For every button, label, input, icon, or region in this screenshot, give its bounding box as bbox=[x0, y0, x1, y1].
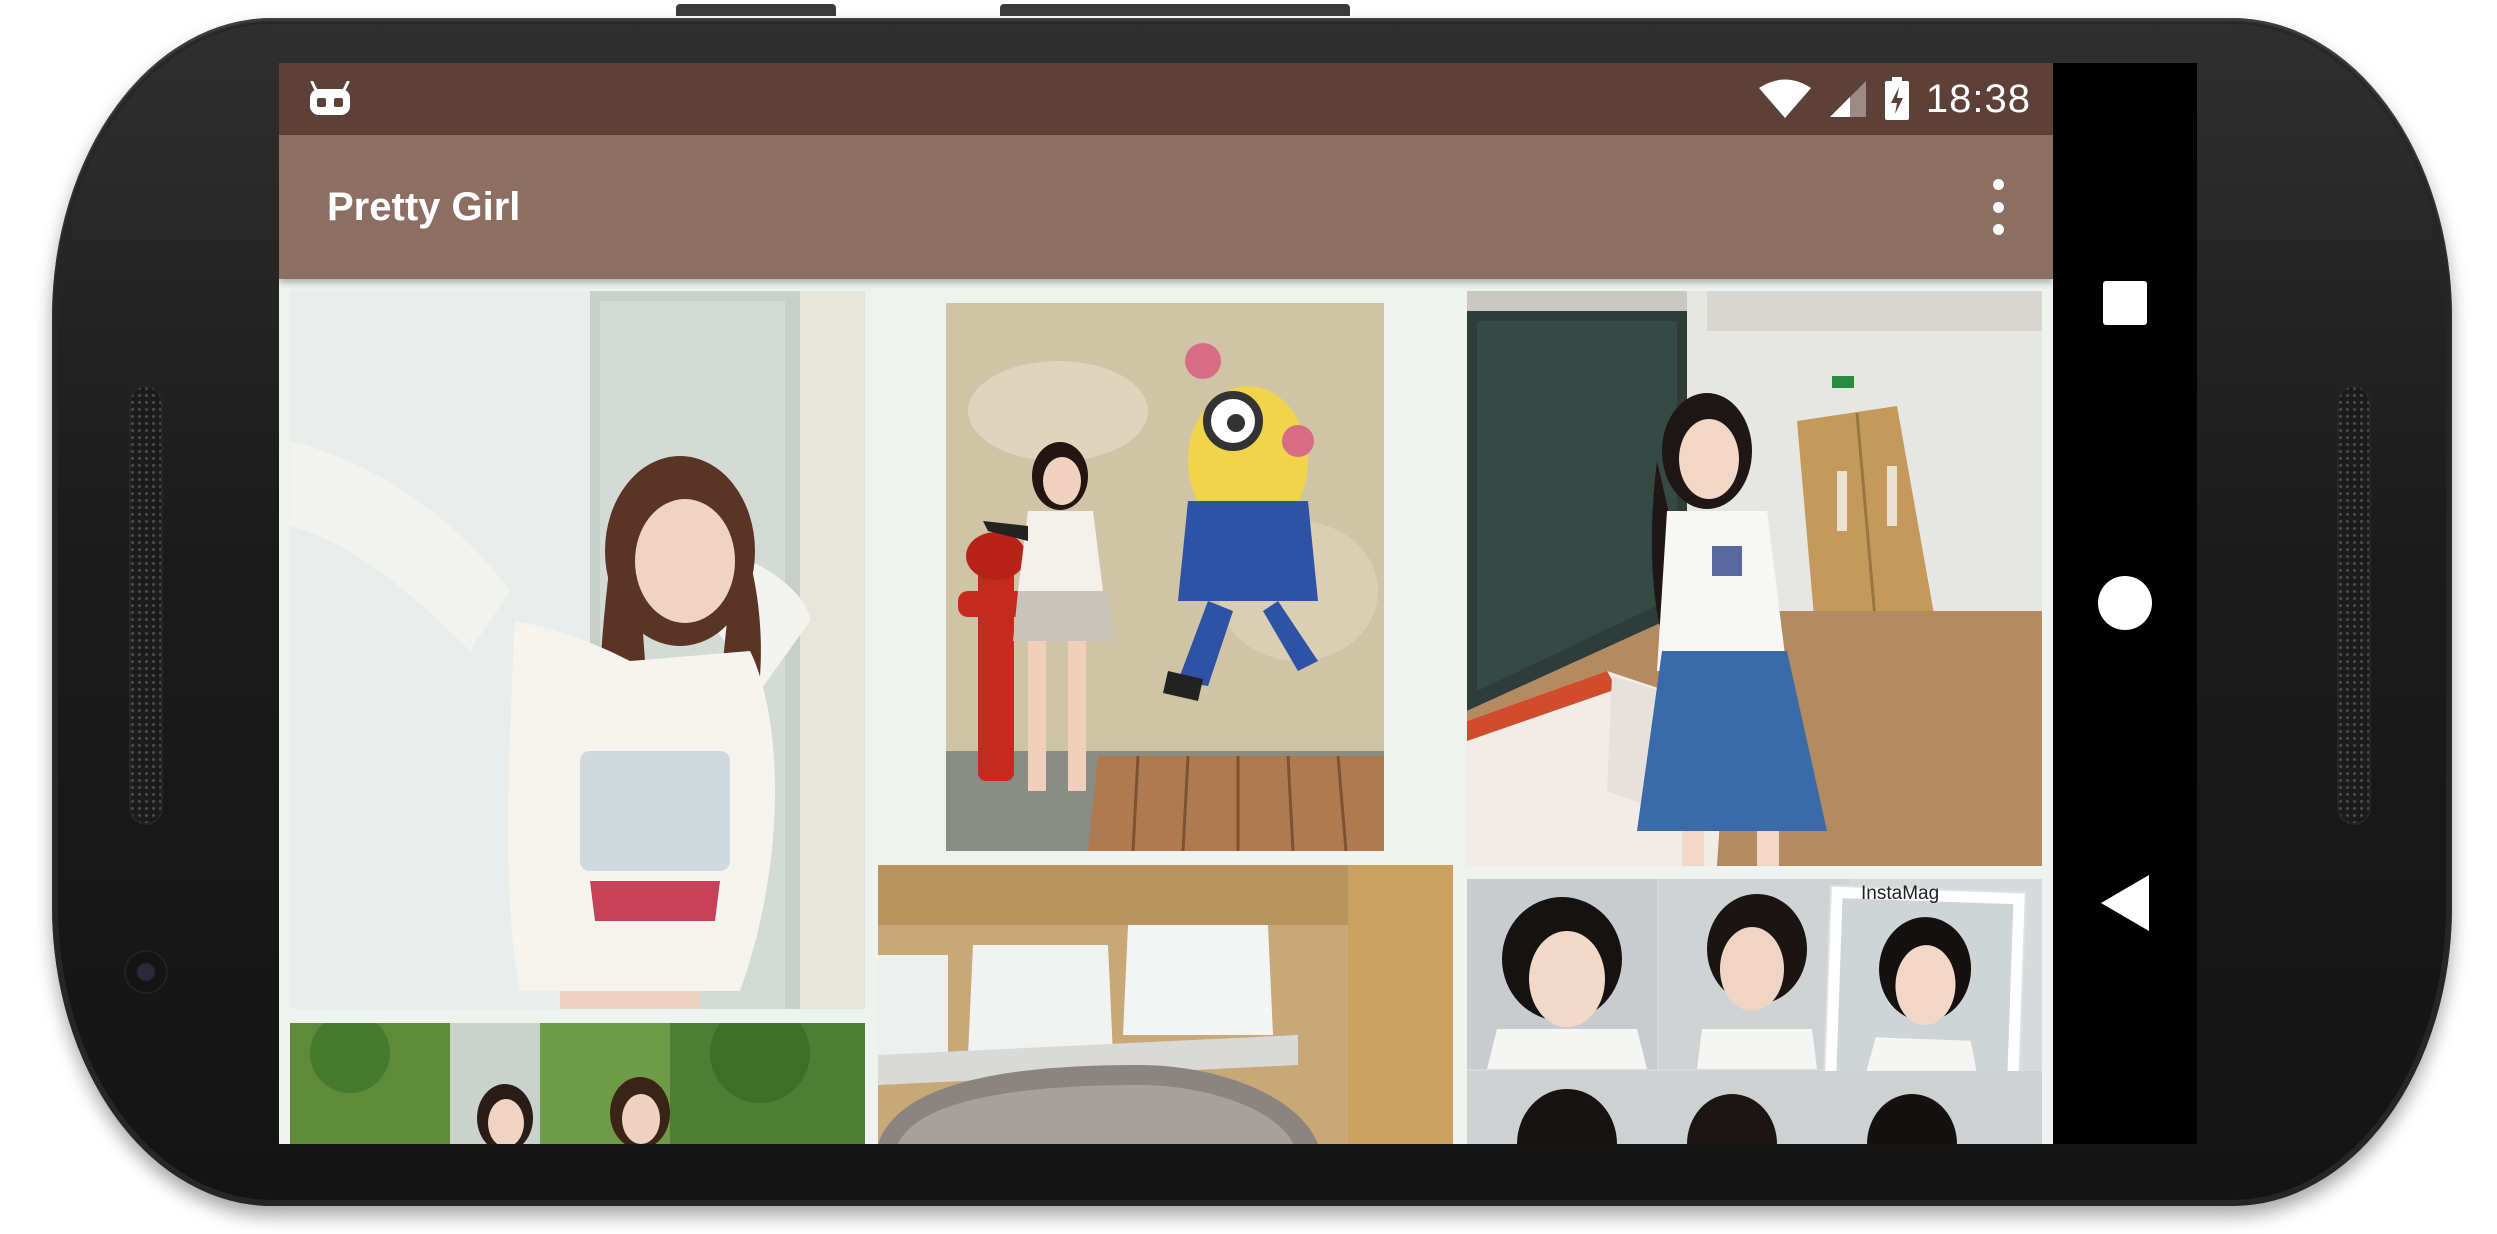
right-speaker-grille bbox=[2337, 385, 2371, 825]
instamag-label: InstaMag bbox=[1861, 883, 1940, 904]
toolbar-title: Pretty Girl bbox=[327, 185, 521, 229]
status-right-group: 18:38 bbox=[1758, 63, 2031, 135]
overflow-dot bbox=[1992, 224, 2004, 235]
back-triangle-shape bbox=[2101, 875, 2149, 931]
app-toolbar: Pretty Girl bbox=[279, 135, 2053, 279]
photo-girl-white-sweater[interactable] bbox=[290, 291, 865, 1009]
power-button bbox=[1000, 4, 1350, 16]
recents-square-shape bbox=[2103, 281, 2147, 325]
cell-signal-icon bbox=[1829, 81, 1866, 117]
more-vert-icon[interactable] bbox=[1981, 179, 2015, 235]
navigation-bar bbox=[2053, 63, 2197, 1144]
photo-girl-classroom[interactable] bbox=[1467, 291, 2042, 866]
photo-girl-classroom-image bbox=[1467, 291, 2042, 866]
photo-girls-street-image bbox=[290, 1023, 865, 1144]
photo-girl-fire-hydrant-minion[interactable] bbox=[878, 291, 1453, 851]
status-bar: 18:38 bbox=[279, 63, 2053, 135]
photo-girl-white-sweater-image bbox=[290, 291, 865, 1009]
photo-short-hair-collage-image bbox=[1467, 879, 2042, 1144]
home-circle-shape bbox=[2098, 576, 2152, 630]
photo-short-hair-collage[interactable] bbox=[1467, 879, 2042, 1144]
photo-girls-street[interactable] bbox=[290, 1023, 865, 1144]
left-speaker-grille bbox=[129, 385, 163, 825]
battery-charging-icon bbox=[1884, 77, 1909, 120]
wifi-icon bbox=[1758, 79, 1811, 118]
photo-white-chairs-image bbox=[878, 865, 1453, 1144]
back-triangle-icon[interactable] bbox=[2053, 843, 2197, 963]
home-circle-icon[interactable] bbox=[2053, 543, 2197, 663]
photo-grid: InstaMag bbox=[279, 279, 2053, 1144]
volume-button bbox=[676, 4, 836, 16]
app-area: 18:38 Pretty Girl InstaMag bbox=[279, 63, 2053, 1144]
device-screen: 18:38 Pretty Girl InstaMag bbox=[279, 63, 2197, 1144]
photo-girl-fire-hydrant-minion-image bbox=[878, 291, 1453, 851]
photo-white-chairs[interactable] bbox=[878, 865, 1453, 1144]
status-time: 18:38 bbox=[1925, 76, 2031, 121]
recents-square-icon[interactable] bbox=[2053, 243, 2197, 363]
overflow-dot bbox=[1992, 201, 2004, 213]
android-debug-icon bbox=[310, 81, 350, 115]
overflow-dot bbox=[1992, 179, 2004, 190]
front-camera bbox=[126, 952, 166, 992]
